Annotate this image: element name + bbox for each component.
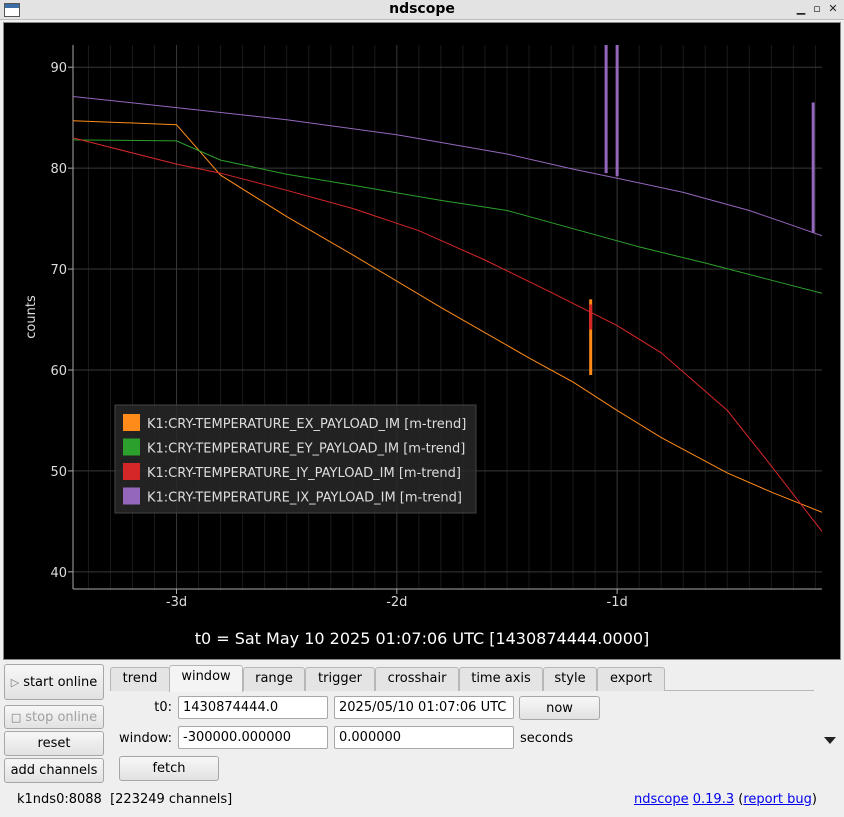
window-label: window:: [119, 731, 172, 746]
maximize-icon[interactable]: ▫: [810, 2, 824, 16]
tab-trend[interactable]: trend: [110, 667, 170, 691]
title-bar: ndscope ▁ ▫ ✕: [0, 0, 844, 20]
report-bug-link[interactable]: report bug: [743, 792, 812, 807]
legend-swatch: [123, 487, 140, 505]
version-info: ndscope 0.19.3 (report bug): [634, 792, 817, 807]
x-tick-label: -2d: [386, 595, 407, 610]
tab-window[interactable]: window: [169, 665, 243, 692]
start-online-button[interactable]: ▷ start online: [4, 664, 104, 700]
tab-export[interactable]: export: [597, 667, 665, 691]
legend-swatch: [123, 438, 140, 456]
plot-area[interactable]: 90 80 70 60 50 40 -3d -2d -1d counts t0 = Sat May …: [3, 22, 841, 660]
add-channels-button[interactable]: add channels: [4, 758, 104, 783]
tab-range[interactable]: range: [243, 667, 305, 691]
window-start-input[interactable]: [178, 726, 328, 749]
x-tick-label: -3d: [166, 595, 187, 610]
legend-entry-label: K1:CRY-TEMPERATURE_IY_PAYLOAD_IM [m-tren…: [147, 466, 461, 481]
y-tick-label: 80: [50, 162, 67, 177]
series-line-1: [73, 139, 822, 294]
y-axis-label: counts: [24, 295, 39, 339]
now-button[interactable]: now: [519, 696, 600, 720]
close-icon[interactable]: ✕: [826, 2, 840, 16]
y-tick-label: 70: [50, 263, 67, 278]
server-address: k1nds0:8088: [17, 792, 102, 807]
y-tick-label: 40: [50, 566, 67, 581]
seconds-label: seconds: [520, 731, 574, 746]
legend-entry-label: K1:CRY-TEMPERATURE_EX_PAYLOAD_IM [m-tren…: [147, 417, 466, 432]
stop-online-button[interactable]: □ stop online: [4, 705, 104, 729]
scroll-down-icon[interactable]: [824, 737, 836, 744]
tab-trigger[interactable]: trigger: [305, 667, 375, 691]
legend-entry-label: K1:CRY-TEMPERATURE_EY_PAYLOAD_IM [m-tren…: [147, 442, 465, 457]
t0-utc-input[interactable]: [334, 696, 514, 719]
minimize-icon[interactable]: ▁: [794, 2, 808, 16]
plot-canvas[interactable]: 90 80 70 60 50 40 -3d -2d -1d counts t0 = Sat May …: [4, 23, 840, 659]
paren-close: ): [811, 792, 817, 807]
version-link[interactable]: 0.19.3: [693, 792, 734, 807]
legend-swatch: [123, 463, 140, 480]
ndscope-link[interactable]: ndscope: [634, 792, 689, 807]
y-tick-label: 60: [50, 364, 67, 379]
t0-label: t0:: [154, 700, 172, 715]
legend-swatch: [123, 414, 140, 431]
fetch-button[interactable]: fetch: [119, 756, 219, 781]
legend-entry-label: K1:CRY-TEMPERATURE_IX_PAYLOAD_IM [m-tren…: [147, 491, 462, 506]
paren-open: (: [734, 792, 744, 807]
stop-icon: □: [10, 710, 22, 724]
tab-crosshair[interactable]: crosshair: [375, 667, 459, 691]
window-title: ndscope: [389, 1, 455, 17]
y-tick-label: 50: [50, 465, 67, 480]
t0-gps-input[interactable]: [178, 696, 328, 719]
x-tick-label: -1d: [607, 595, 628, 610]
tab-time-axis[interactable]: time axis: [459, 667, 543, 691]
t0-label: t0 = Sat May 10 2025 01:07:06 UTC [14308…: [195, 629, 650, 648]
play-icon: ▷: [10, 675, 20, 689]
tab-style[interactable]: style: [543, 667, 597, 691]
channel-count: [223249 channels]: [110, 792, 233, 807]
status-bar: k1nds0:8088 [223249 channels]: [17, 792, 232, 807]
reset-button[interactable]: reset: [4, 731, 104, 756]
window-end-input[interactable]: [334, 726, 514, 749]
y-tick-label: 90: [50, 61, 67, 76]
